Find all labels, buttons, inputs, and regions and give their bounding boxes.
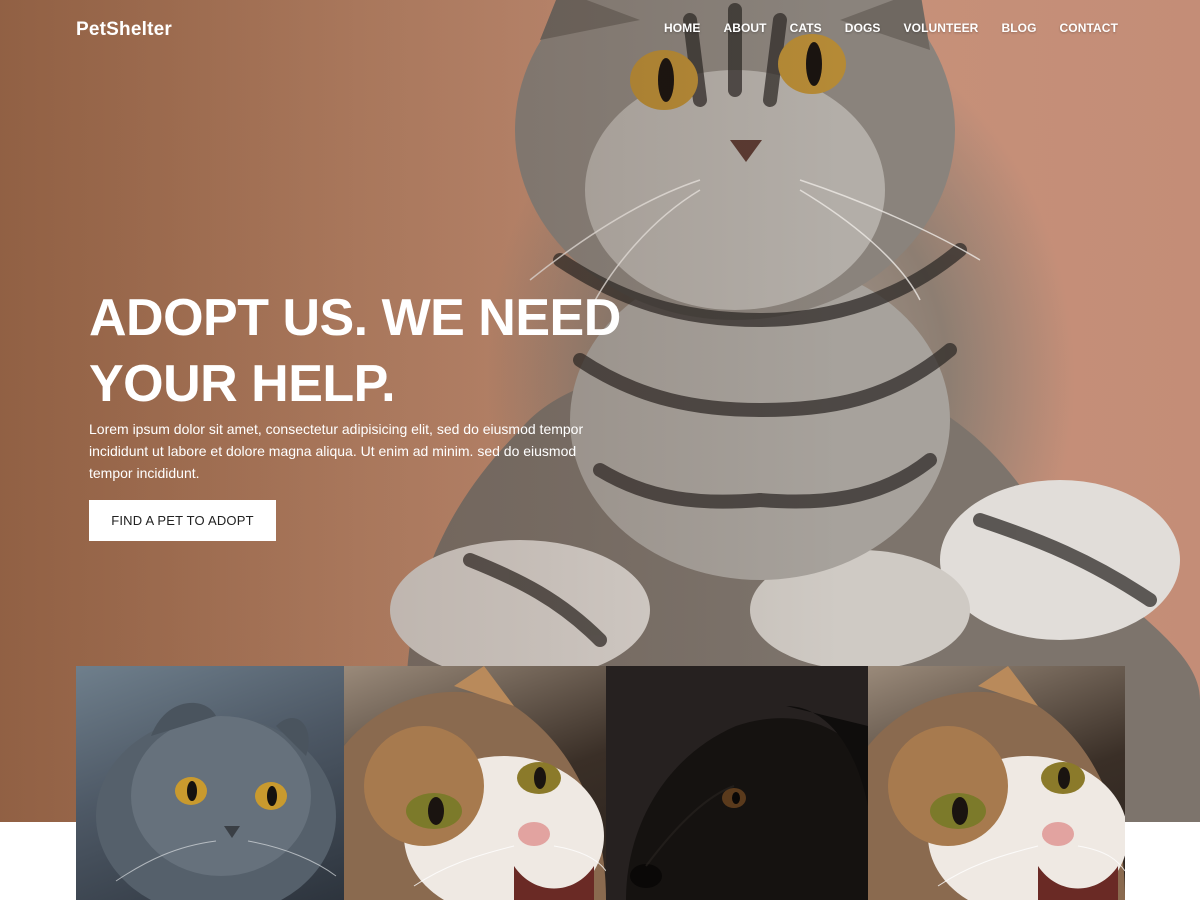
find-pet-button[interactable]: FIND A PET TO ADOPT <box>89 500 276 541</box>
nav-home[interactable]: HOME <box>664 21 700 35</box>
gallery-tile-calico-cat-2[interactable] <box>868 666 1125 900</box>
calico-cat-image <box>344 666 606 900</box>
gallery-tile-grey-cat[interactable] <box>76 666 344 900</box>
grey-cat-image <box>96 702 337 900</box>
hero-description: Lorem ipsum dolor sit amet, consectetur … <box>89 421 584 481</box>
nav-contact[interactable]: CONTACT <box>1060 21 1118 35</box>
brand-logo[interactable]: PetShelter <box>76 19 172 41</box>
nav-volunteer[interactable]: VOLUNTEER <box>904 21 979 35</box>
gallery-tile-calico-cat[interactable] <box>344 666 606 900</box>
main-nav: HOME ABOUT CATS DOGS VOLUNTEER BLOG CONT… <box>664 21 1118 35</box>
nav-cats[interactable]: CATS <box>790 21 822 35</box>
hero-title-line-2: YOUR HELP. <box>89 355 396 413</box>
hero-title: ADOPT US. WE NEED YOUR HELP. <box>89 285 649 417</box>
gallery-tile-black-dog[interactable] <box>606 666 868 900</box>
nav-blog[interactable]: BLOG <box>1001 21 1036 35</box>
black-dog-image <box>626 706 868 900</box>
nav-dogs[interactable]: DOGS <box>845 21 881 35</box>
nav-about[interactable]: ABOUT <box>723 21 766 35</box>
hero-title-line-1: ADOPT US. WE NEED <box>89 289 621 347</box>
calico-cat-image-2 <box>868 666 1125 900</box>
pet-gallery <box>76 666 1125 900</box>
